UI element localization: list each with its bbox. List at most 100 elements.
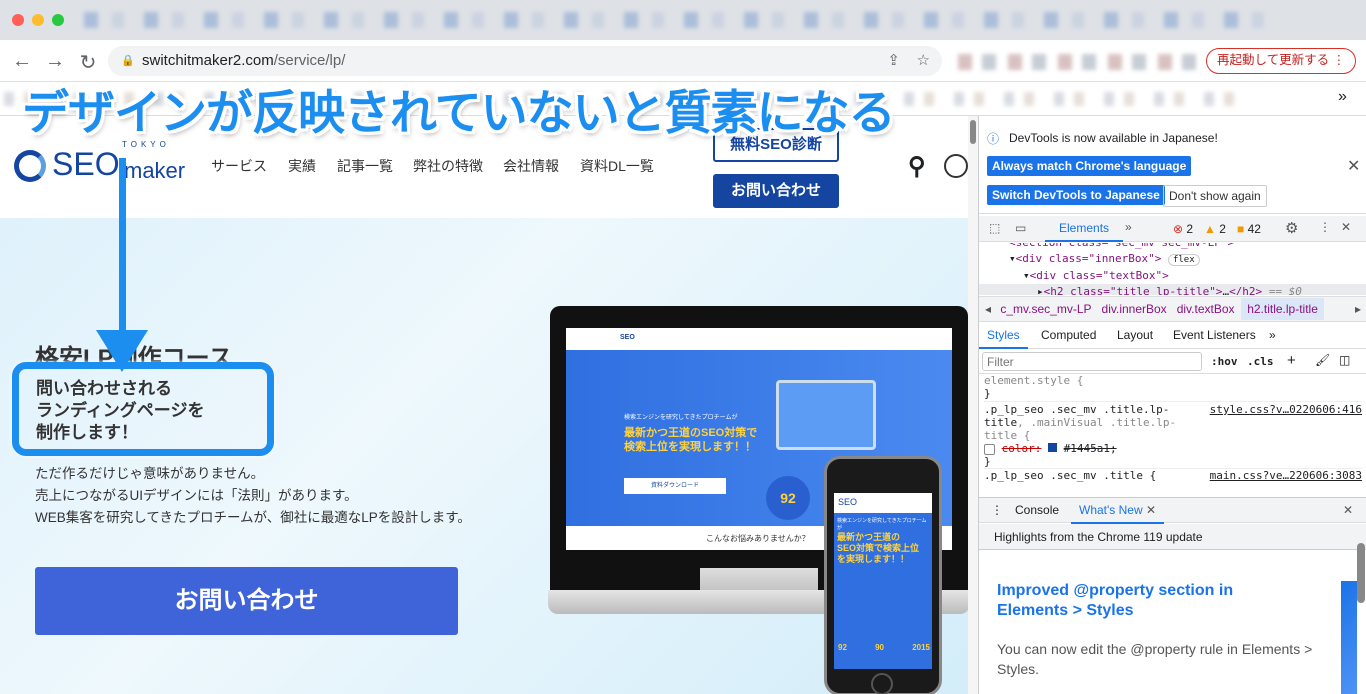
- drawer-scrollbar[interactable]: [1357, 543, 1365, 603]
- drawer-tab-label: What's New: [1079, 503, 1143, 517]
- color-swatch[interactable]: [1048, 443, 1057, 452]
- phone-stat: 2015: [912, 643, 930, 652]
- blurred-extensions[interactable]: [958, 54, 1198, 70]
- bookmarks-more[interactable]: »: [1338, 88, 1347, 106]
- switch-to-japanese-button[interactable]: Switch DevTools to Japanese: [987, 185, 1165, 205]
- restart-update-button[interactable]: 再起動して更新する ⋮: [1206, 48, 1356, 74]
- drawer-tabs: ⋮ Console What's New ✕ ✕: [979, 497, 1366, 524]
- nav-service[interactable]: サービス: [211, 156, 267, 176]
- flex-badge[interactable]: flex: [1167, 254, 1200, 266]
- dom-node-h2-selected[interactable]: ▸<h2 class="title lp-title">…</h2> == $0: [979, 284, 1366, 295]
- nav-features[interactable]: 弊社の特徴: [413, 156, 483, 176]
- issue-count[interactable]: ■ 42: [1237, 222, 1261, 236]
- drawer-tab-console[interactable]: Console: [1015, 498, 1059, 522]
- dom-node-textbox[interactable]: ▾<div class="textBox">: [979, 268, 1366, 284]
- close-window-button[interactable]: [12, 14, 24, 26]
- minimize-window-button[interactable]: [32, 14, 44, 26]
- forward-icon[interactable]: →: [43, 50, 67, 73]
- breadcrumb-scroll-right[interactable]: ▸: [1355, 297, 1361, 321]
- news-image: [1341, 581, 1357, 694]
- drawer-menu-icon[interactable]: ⋮: [991, 498, 1003, 522]
- search-icon[interactable]: ⚲: [908, 152, 926, 181]
- error-count[interactable]: ⊗ 2: [1173, 222, 1193, 236]
- hero-body: ただ作るだけじゃ意味がありません。 売上につながるUIデザインには「法則」があり…: [35, 463, 471, 529]
- close-drawer-icon[interactable]: ✕: [1343, 498, 1353, 522]
- toggle-sidebar-icon[interactable]: ◫: [1339, 353, 1350, 367]
- phone-home-button: [871, 673, 893, 694]
- nav-company[interactable]: 会社情報: [503, 156, 559, 176]
- element-style-rule[interactable]: element.style {: [984, 374, 1362, 387]
- mock-illustration: [776, 380, 876, 450]
- overlay-caption: デザインが反映されていないと質素になる: [22, 86, 896, 139]
- body-line: 売上につながるUIデザインには「法則」があります。: [35, 488, 358, 503]
- tab-event-listeners[interactable]: Event Listeners: [1173, 323, 1256, 347]
- more-options-icon[interactable]: ⋮: [1319, 220, 1331, 234]
- globe-icon[interactable]: [944, 154, 968, 178]
- close-banner-icon[interactable]: ✕: [1347, 156, 1360, 176]
- paint-icon[interactable]: 🖌: [1315, 353, 1330, 367]
- breadcrumb-item[interactable]: c_mv.sec_mv-LP: [1000, 302, 1091, 316]
- rule-source-link[interactable]: main.css?ve…220606:3083: [1210, 469, 1362, 482]
- tab-elements[interactable]: Elements: [1045, 216, 1124, 242]
- dom-tag: </h2>: [1229, 285, 1263, 295]
- breadcrumb-item-selected[interactable]: h2.title.lp-title: [1241, 298, 1324, 320]
- tab-styles[interactable]: Styles: [979, 323, 1028, 349]
- devtools-panel: ⓘ DevTools is now available in Japanese!…: [978, 116, 1366, 694]
- warning-count[interactable]: ▲ 2: [1204, 222, 1226, 236]
- dom-node-innerbox[interactable]: ▾<div class="innerBox"> flex: [979, 251, 1366, 268]
- header-contact-button[interactable]: お問い合わせ: [713, 174, 839, 208]
- settings-gear-icon[interactable]: ⚙: [1285, 219, 1298, 237]
- tab-computed[interactable]: Computed: [1041, 323, 1096, 347]
- property-checkbox[interactable]: [984, 443, 995, 455]
- site-logo[interactable]: SEO TOKYO maker: [14, 140, 194, 186]
- reload-icon[interactable]: ↻: [76, 50, 100, 75]
- breadcrumb-scroll-left[interactable]: ◂: [979, 302, 997, 316]
- arrow-shaft: [119, 158, 126, 338]
- inspect-element-icon[interactable]: ⬚: [989, 221, 1000, 235]
- share-icon[interactable]: ⇪: [887, 46, 900, 76]
- property-name[interactable]: color:: [1002, 442, 1042, 455]
- phone-mockup: SEO 検索エンジンを研究してきたプロチームが 最新かつ王道の SEO対策で検索…: [824, 456, 942, 694]
- blurred-tabs[interactable]: [84, 12, 1264, 28]
- style-rule: style.css?v…0220606:416 .p_lp_seo .sec_m…: [984, 401, 1362, 468]
- nav-results[interactable]: 実績: [288, 156, 316, 176]
- breadcrumb-item[interactable]: div.innerBox: [1102, 302, 1167, 316]
- drawer-tab-whats-new[interactable]: What's New ✕: [1071, 498, 1165, 524]
- bookmark-star-icon[interactable]: ☆: [917, 46, 930, 76]
- url-bar[interactable]: 🔒 switchitmaker2.com/service/lp/ ⇪ ☆: [108, 46, 942, 76]
- more-style-tabs-icon[interactable]: »: [1269, 323, 1276, 347]
- tab-layout[interactable]: Layout: [1117, 323, 1153, 347]
- dom-selected-marker: == $0: [1268, 285, 1302, 295]
- rule-source-link[interactable]: style.css?v…0220606:416: [1210, 403, 1362, 416]
- url-path: /service/lp/: [273, 52, 346, 69]
- dont-show-again-button[interactable]: Don't show again: [1163, 185, 1267, 207]
- new-rule-icon[interactable]: +: [1287, 352, 1296, 369]
- highlights-header: Highlights from the Chrome 119 update: [979, 524, 1366, 550]
- breadcrumb-item[interactable]: div.textBox: [1177, 302, 1235, 316]
- news-title[interactable]: Improved @property section in Elements >…: [997, 581, 1267, 621]
- device-toolbar-icon[interactable]: ▭: [1015, 221, 1026, 235]
- close-tab-icon[interactable]: ✕: [1146, 503, 1156, 517]
- more-tabs-icon[interactable]: »: [1125, 220, 1132, 234]
- styles-tabs: Styles Computed Layout Event Listeners »: [979, 323, 1366, 349]
- body-line: ただ作るだけじゃ意味がありません。: [35, 466, 265, 481]
- nav-articles[interactable]: 記事一覧: [337, 156, 393, 176]
- dom-node-section[interactable]: <section class="sec_mv sec_mv-LP">: [979, 243, 1366, 251]
- phone-headline-line: を実現します！！: [837, 554, 910, 564]
- nav-downloads[interactable]: 資料DL一覧: [580, 156, 654, 176]
- close-devtools-icon[interactable]: ✕: [1341, 220, 1351, 234]
- phone-headline: 最新かつ王道の SEO対策で検索上位 を実現します！！: [834, 532, 932, 565]
- styles-filter-input[interactable]: [982, 352, 1202, 371]
- breadcrumb: ◂ c_mv.sec_mv-LP div.innerBox div.textBo…: [979, 296, 1366, 322]
- page-scrollbar[interactable]: [968, 116, 978, 694]
- cls-toggle[interactable]: .cls: [1247, 355, 1274, 368]
- always-match-language-button[interactable]: Always match Chrome's language: [987, 156, 1192, 176]
- property-value[interactable]: #1445a1;: [1064, 442, 1117, 455]
- maximize-window-button[interactable]: [52, 14, 64, 26]
- back-icon[interactable]: ←: [10, 50, 34, 73]
- hov-toggle[interactable]: :hov: [1211, 355, 1238, 368]
- phone-screen: SEO 検索エンジンを研究してきたプロチームが 最新かつ王道の SEO対策で検索…: [834, 493, 932, 669]
- phone-stats: 92 90 2015: [838, 643, 930, 652]
- rule-selector: title: [984, 416, 1018, 429]
- hero-contact-button[interactable]: お問い合わせ: [35, 567, 458, 635]
